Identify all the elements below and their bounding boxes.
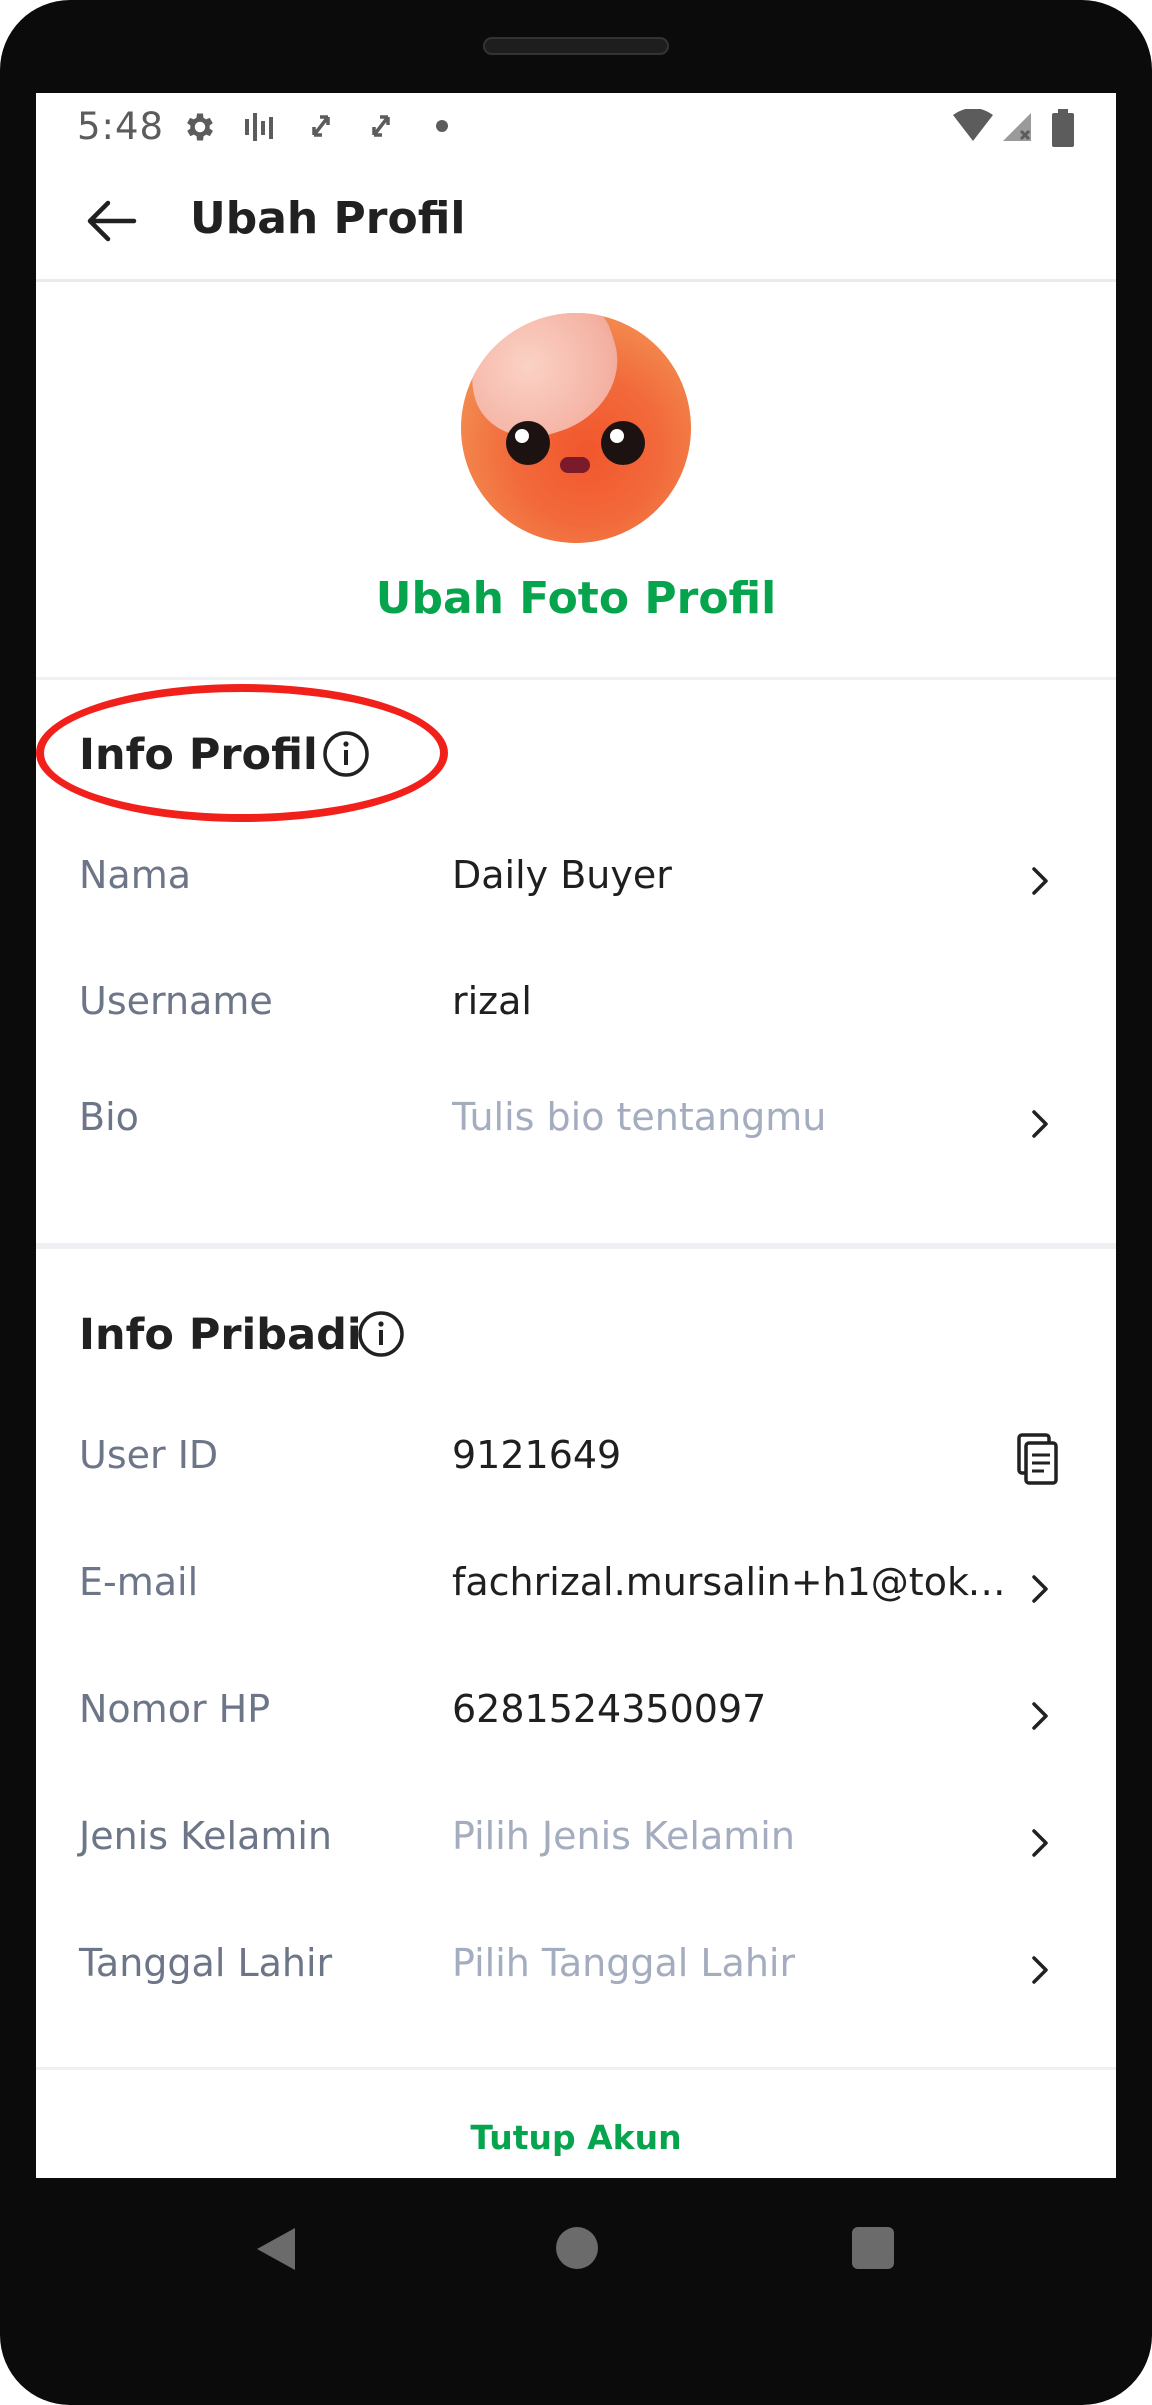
close-account-button[interactable]: Tutup Akun [36, 2118, 1116, 2157]
nav-back-icon[interactable] [255, 2226, 297, 2272]
chevron-right-icon[interactable] [1026, 861, 1054, 901]
row-value-placeholder: Pilih Jenis Kelamin [452, 1814, 795, 1858]
section-divider [36, 1243, 1116, 1249]
row-value-placeholder: Pilih Tanggal Lahir [452, 1941, 796, 1985]
row-value: 6281524350097 [452, 1687, 767, 1731]
row-label: Tanggal Lahir [79, 1941, 333, 1985]
section-title-info-profil: Info Profil [79, 730, 318, 780]
chevron-right-icon[interactable] [1026, 1569, 1054, 1609]
info-icon[interactable] [321, 729, 371, 779]
divider [36, 677, 1116, 680]
row-label: Username [79, 979, 273, 1023]
expand-icon [372, 115, 390, 137]
chevron-right-icon[interactable] [1026, 1696, 1054, 1736]
signal-bars-icon [245, 113, 273, 141]
cell-signal-icon [1003, 113, 1031, 141]
dot-icon [436, 120, 448, 132]
status-time: 5:48 [77, 105, 165, 148]
change-photo-button[interactable]: Ubah Foto Profil [36, 573, 1116, 624]
row-label: E-mail [79, 1560, 199, 1604]
row-label: Jenis Kelamin [79, 1814, 333, 1858]
chevron-right-icon[interactable] [1026, 1823, 1054, 1863]
back-arrow-icon[interactable] [82, 191, 142, 251]
row-label: Nomor HP [79, 1687, 271, 1731]
row-label: Bio [79, 1095, 139, 1139]
app-screen: 5:48 Ubah Profil Ubah Foto Profil Info P… [36, 93, 1116, 2178]
row-value: fachrizal.mursalin+h1@tokop... [452, 1560, 1012, 1604]
row-value: Daily Buyer [452, 853, 672, 897]
row-value-placeholder: Tulis bio tentangmu [452, 1095, 827, 1139]
row-label: User ID [79, 1433, 219, 1477]
section-title-info-pribadi: Info Pribadi [79, 1310, 362, 1360]
nav-recents-icon[interactable] [852, 2227, 894, 2269]
status-bar: 5:48 [36, 93, 1116, 159]
gear-icon [187, 113, 213, 141]
phone-frame: 5:48 Ubah Profil Ubah Foto Profil Info P… [0, 0, 1152, 2405]
profile-avatar[interactable] [461, 313, 691, 543]
row-value: 9121649 [452, 1433, 622, 1477]
app-header: Ubah Profil [36, 159, 1116, 282]
row-label: Nama [79, 853, 192, 897]
chevron-right-icon[interactable] [1026, 1950, 1054, 1990]
info-icon[interactable] [356, 1309, 406, 1359]
chevron-right-icon[interactable] [1026, 1104, 1054, 1144]
copy-icon[interactable] [1015, 1433, 1059, 1485]
wifi-icon [953, 109, 993, 141]
row-value: rizal [452, 979, 532, 1023]
expand-icon [312, 115, 330, 137]
avatar-left-eye [506, 421, 550, 465]
speaker-grille [483, 37, 669, 55]
nav-home-icon[interactable] [556, 2227, 598, 2269]
divider [36, 2067, 1116, 2070]
avatar-right-eye [601, 421, 645, 465]
battery-icon [1052, 109, 1074, 147]
page-title: Ubah Profil [190, 193, 466, 244]
avatar-nose [560, 457, 590, 473]
